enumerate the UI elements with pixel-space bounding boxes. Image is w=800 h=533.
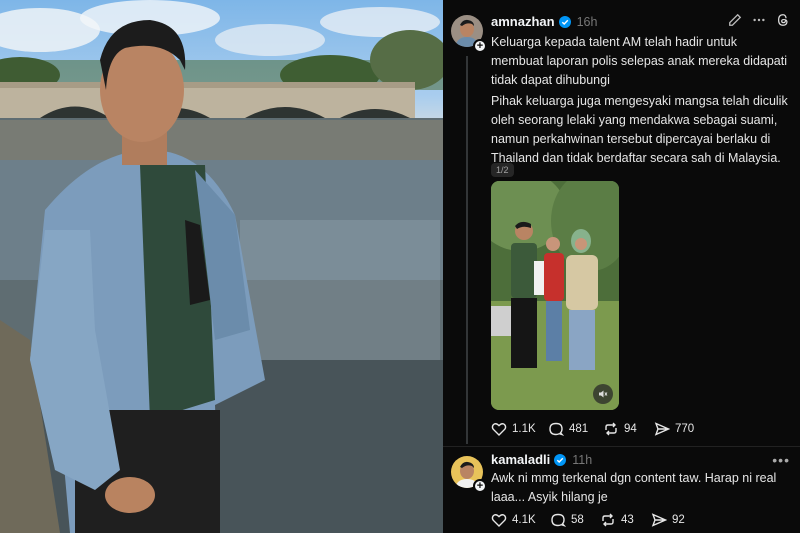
like-count: 4.1K <box>512 514 536 526</box>
post-time: 16h <box>576 14 598 29</box>
top-actions <box>728 13 790 27</box>
post-username[interactable]: amnazhan <box>491 14 555 29</box>
share-button[interactable]: 770 <box>654 421 694 437</box>
photo-man-by-river <box>0 0 443 533</box>
share-count: 770 <box>675 423 695 435</box>
reply-more-icon[interactable]: ••• <box>772 452 790 468</box>
like-count: 1.1K <box>512 423 536 435</box>
comment-button[interactable]: 58 <box>550 512 600 528</box>
repost-icon <box>605 422 617 436</box>
repost-count: 94 <box>624 423 637 435</box>
comment-icon <box>551 513 566 527</box>
comment-count: 481 <box>569 423 589 435</box>
verified-badge-icon <box>558 15 571 28</box>
repost-button[interactable]: 43 <box>600 512 651 528</box>
share-button[interactable]: 92 <box>651 512 685 528</box>
post-paragraph-1: Keluarga kepada talent AM telah hadir un… <box>491 35 788 87</box>
reply-text: Awk ni mmg terkenal dgn content taw. Har… <box>491 471 777 504</box>
follow-plus-icon[interactable]: + <box>473 479 487 493</box>
share-icon <box>654 422 670 436</box>
reply-header: kamaladli 11h <box>491 452 592 467</box>
post-actions: 1.1K 481 94 770 <box>491 421 694 437</box>
pencil-icon[interactable] <box>728 13 742 27</box>
mute-button[interactable] <box>593 384 613 404</box>
post-paragraph-2: Pihak keluarga juga mengesyaki mangsa te… <box>491 94 788 165</box>
more-icon[interactable] <box>752 13 766 27</box>
reply-time: 11h <box>572 452 593 467</box>
reply-actions: 4.1K 58 43 92 <box>491 512 685 528</box>
heart-icon <box>491 514 507 527</box>
reply-username[interactable]: kamaladli <box>491 452 550 467</box>
like-button[interactable]: 1.1K <box>491 421 548 437</box>
comment-button[interactable]: 481 <box>548 421 603 437</box>
comment-count: 58 <box>571 514 584 526</box>
share-count: 92 <box>672 514 685 526</box>
post-header: amnazhan 16h <box>491 14 597 29</box>
post-media-video[interactable] <box>491 181 619 410</box>
share-icon <box>651 513 667 527</box>
repost-icon <box>602 513 614 527</box>
heart-icon <box>491 423 507 436</box>
comment-icon <box>549 422 564 436</box>
like-button[interactable]: 4.1K <box>491 512 550 528</box>
thread-line <box>466 56 468 444</box>
repost-button[interactable]: 94 <box>603 421 654 437</box>
media-counter: 1/2 <box>491 163 514 177</box>
muted-speaker-icon <box>599 390 608 398</box>
verified-badge-icon <box>554 453 567 466</box>
repost-count: 43 <box>621 514 634 526</box>
divider <box>443 446 800 447</box>
threads-logo-icon[interactable] <box>776 13 790 27</box>
follow-plus-icon[interactable]: + <box>473 39 487 53</box>
